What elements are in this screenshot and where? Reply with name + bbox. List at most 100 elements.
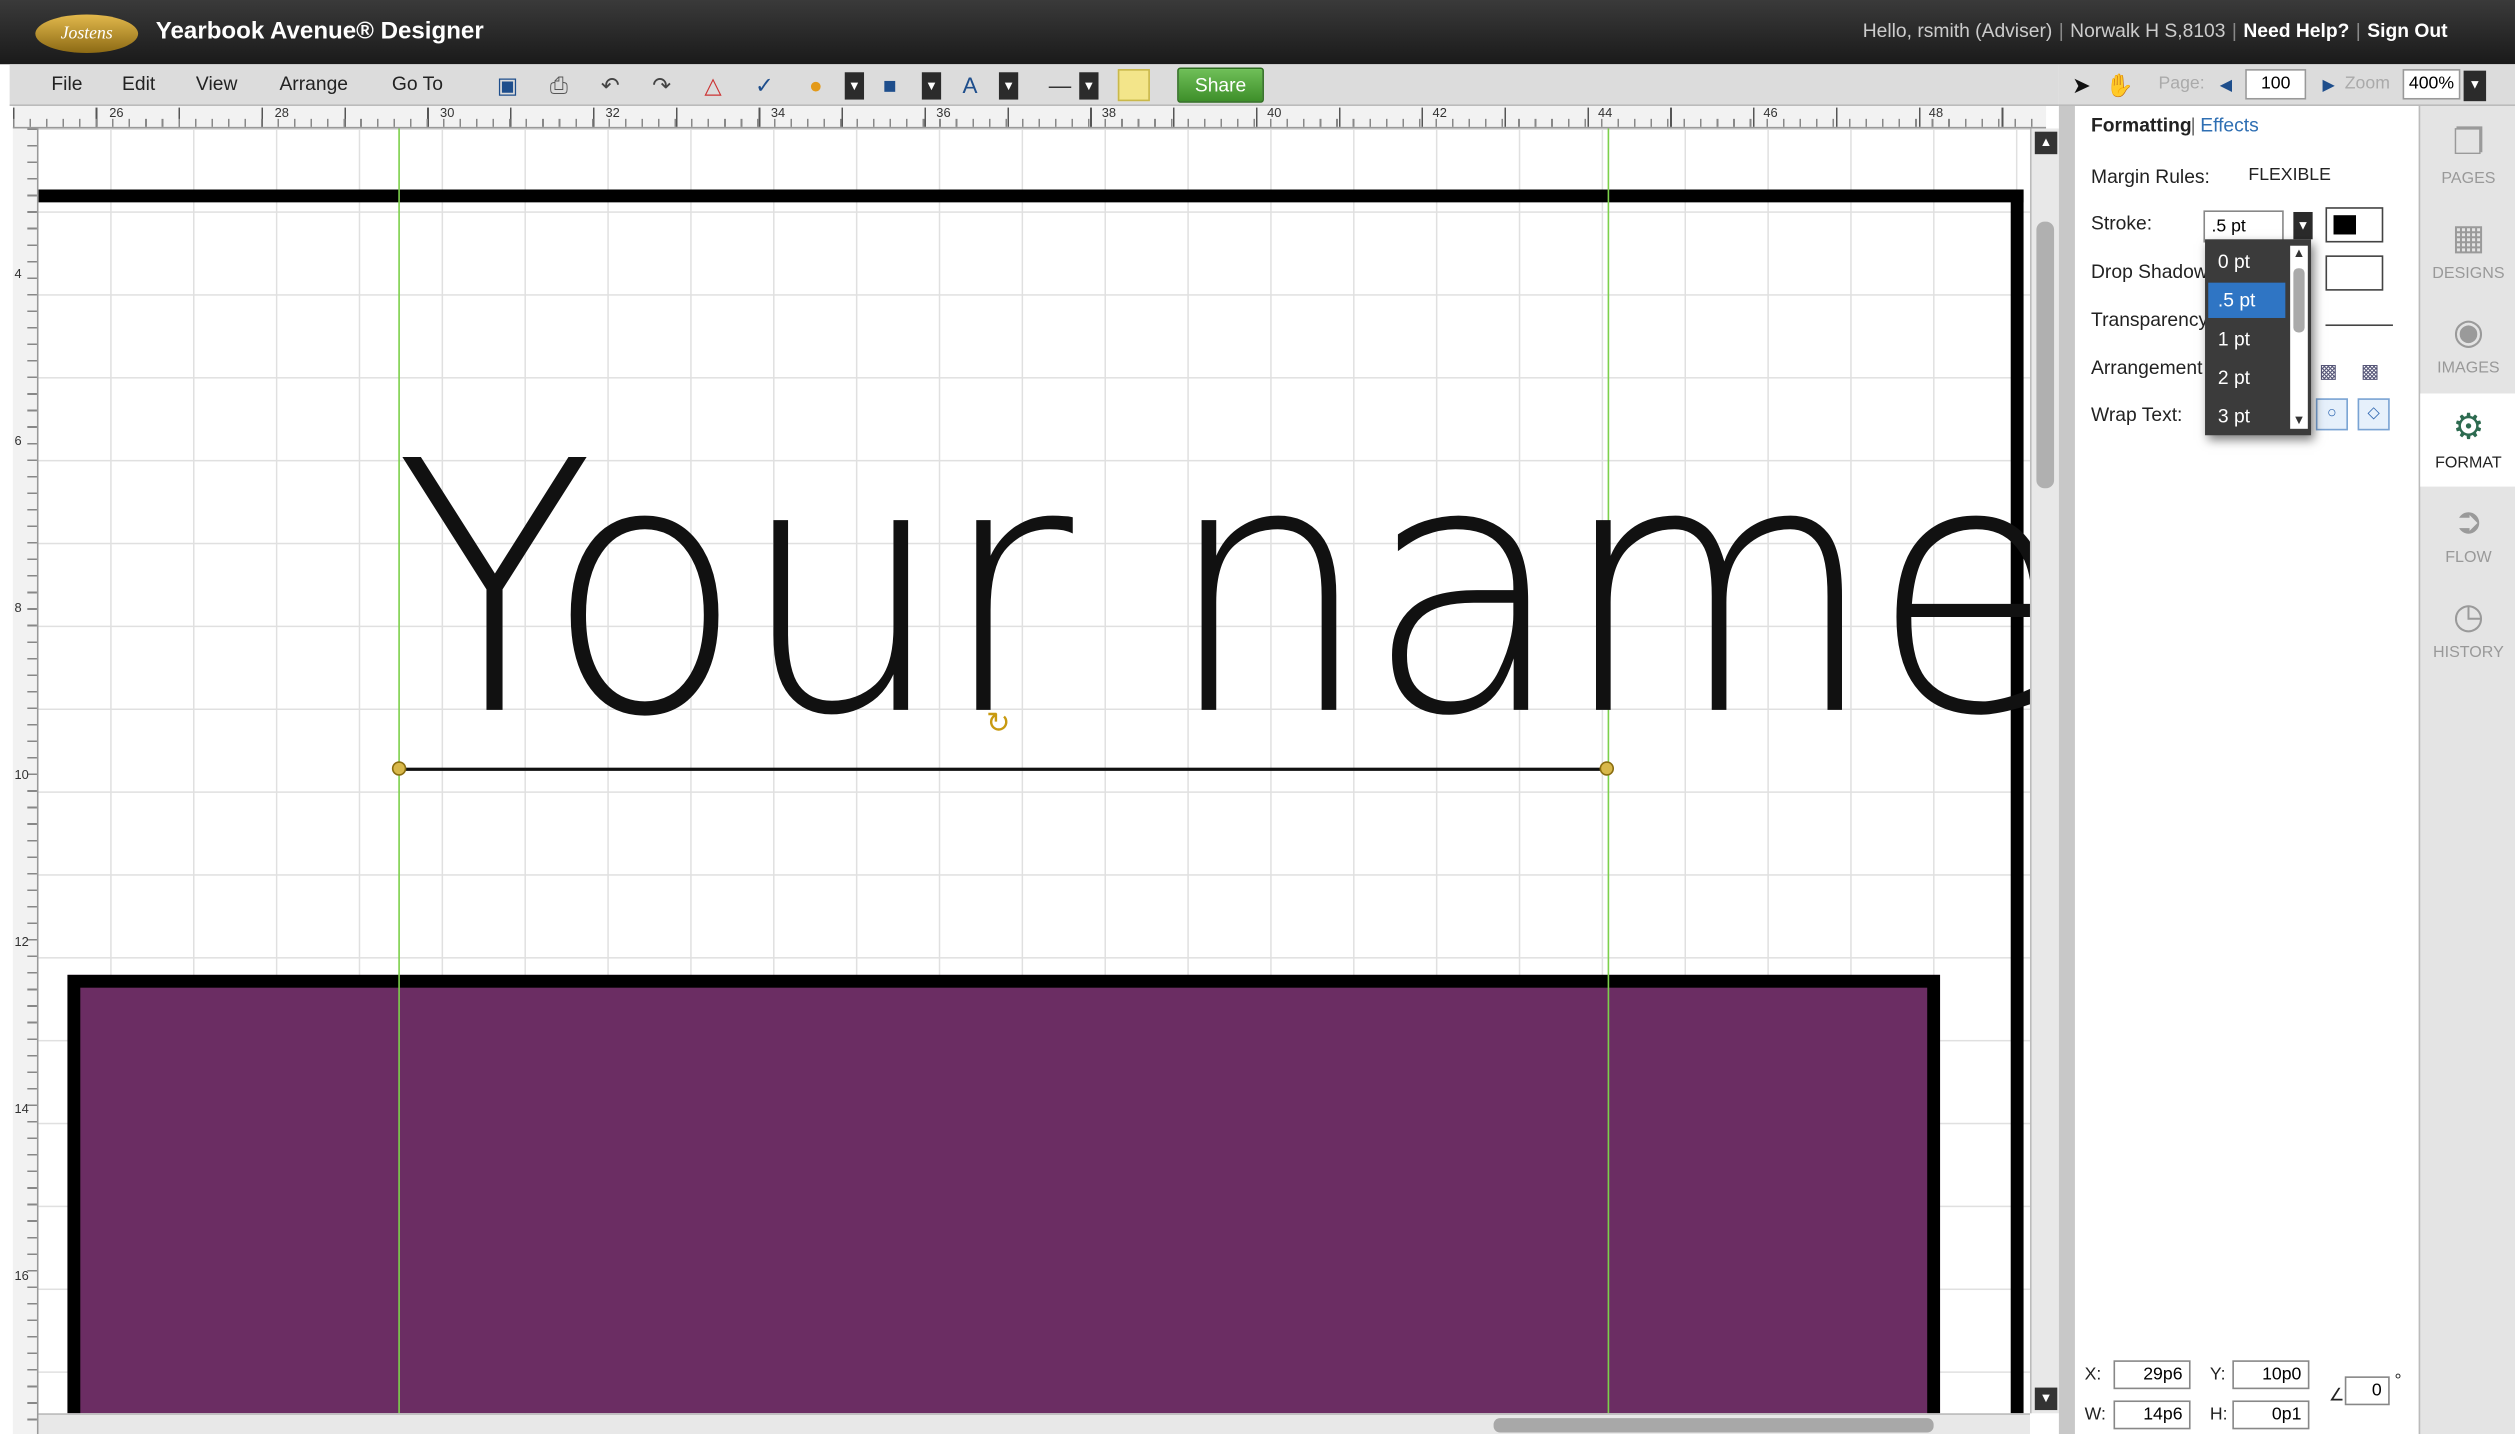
ruler-tick: 36 — [936, 105, 951, 121]
y-label: Y: — [2209, 1365, 2226, 1385]
scroll-up-icon[interactable]: ▲ — [2290, 246, 2308, 262]
wrap-text-label: Wrap Text: — [2091, 403, 2183, 426]
stroke-select[interactable]: .5 pt — [2203, 210, 2284, 243]
ruler-tick: 32 — [605, 105, 620, 121]
tab-formatting[interactable]: Formatting — [2091, 114, 2192, 136]
angle-input[interactable]: 0 — [2344, 1376, 2390, 1406]
flip-icon[interactable]: △ — [697, 69, 729, 101]
ruler-tick: 42 — [1432, 105, 1447, 121]
stroke-option[interactable]: 0 pt — [2208, 244, 2285, 279]
arrange-forward-icon[interactable]: ▩ — [2319, 360, 2337, 382]
help-link[interactable]: Need Help? — [2243, 19, 2349, 41]
transparency-slider[interactable] — [2325, 324, 2393, 327]
x-input[interactable]: 29p6 — [2113, 1360, 2191, 1390]
chevron-down-icon[interactable]: ▼ — [2463, 70, 2487, 102]
ruler-tick: 6 — [14, 433, 22, 449]
chevron-down-icon[interactable]: ▼ — [1079, 72, 1099, 100]
wrap-shape-icon[interactable]: ◇ — [2357, 398, 2390, 431]
scroll-down-icon[interactable]: ▼ — [2034, 1387, 2058, 1411]
sidebar-label: IMAGES — [2437, 359, 2500, 378]
menu-goto[interactable]: Go To — [392, 72, 443, 94]
fill-color-icon[interactable]: ■ — [874, 69, 906, 101]
scroll-up-icon[interactable]: ▲ — [2034, 131, 2058, 155]
horizontal-scroll-thumb[interactable] — [1493, 1418, 1934, 1433]
dropdown-scroll-thumb[interactable] — [2293, 268, 2305, 333]
dropdown-scrollbar[interactable]: ▲ ▼ — [2290, 245, 2308, 429]
sidebar-item-pages[interactable]: ❐ PAGES — [2420, 109, 2515, 202]
sidebar-item-designs[interactable]: ▦ DESIGNS — [2420, 204, 2515, 297]
name-text-box[interactable]: Your name — [395, 417, 2030, 765]
stroke-option[interactable]: 3 pt — [2208, 398, 2285, 433]
drop-shadow-label: Drop Shadow — [2091, 260, 2208, 283]
menu-view[interactable]: View — [196, 72, 237, 94]
arrange-back-icon[interactable]: ▩ — [2361, 360, 2379, 382]
stroke-option-selected[interactable]: .5 pt — [2208, 282, 2286, 318]
spellcheck-icon[interactable]: ✓ — [748, 69, 780, 101]
prev-page-icon[interactable]: ◀ — [2210, 69, 2242, 101]
flow-arrow-icon: ➲ — [2453, 501, 2484, 542]
ruler-tick: 38 — [1101, 105, 1117, 121]
shadow-color-swatch[interactable] — [2325, 255, 2384, 291]
print-icon[interactable]: ⎙ — [543, 69, 575, 101]
y-input[interactable]: 10p0 — [2232, 1360, 2310, 1390]
pointer-icon[interactable]: ➤ — [2065, 69, 2097, 101]
undo-icon[interactable]: ↶ — [594, 69, 626, 101]
scroll-down-icon[interactable]: ▼ — [2290, 413, 2308, 429]
clock-icon: ◷ — [2452, 595, 2484, 636]
chevron-down-icon[interactable]: ▼ — [2293, 211, 2313, 240]
zoom-select[interactable]: 400% — [2402, 69, 2461, 100]
hand-icon[interactable]: ✋ — [2104, 69, 2136, 101]
selected-line[interactable] — [398, 767, 1608, 771]
next-page-icon[interactable]: ▶ — [2313, 69, 2345, 101]
tab-effects[interactable]: Effects — [2200, 114, 2259, 136]
ruler-tick: 40 — [1267, 105, 1282, 121]
rotate-handle-icon[interactable]: ↻ — [986, 707, 1010, 741]
horizontal-scrollbar[interactable] — [38, 1413, 2030, 1434]
menu-arrange[interactable]: Arrange — [279, 72, 348, 94]
chevron-down-icon[interactable]: ▼ — [998, 72, 1019, 100]
page-number-input[interactable]: 100 — [2245, 69, 2307, 100]
jostens-logo: Jostens — [35, 14, 139, 53]
panel-splitter[interactable] — [2058, 105, 2075, 1434]
sidebar-item-history[interactable]: ◷ HISTORY — [2420, 583, 2515, 676]
ruler-tick: 26 — [109, 105, 124, 121]
ruler-tick: 16 — [14, 1268, 29, 1284]
chevron-down-icon[interactable]: ▼ — [844, 72, 865, 100]
degree-symbol: ° — [2394, 1371, 2402, 1391]
camera-icon: ◉ — [2452, 311, 2484, 352]
title-bar: Jostens Yearbook Avenue® Designer Hello,… — [0, 0, 2515, 65]
line-style-icon[interactable]: — — [1037, 69, 1082, 101]
stroke-option[interactable]: 1 pt — [2208, 321, 2285, 356]
line-end-handle[interactable] — [1599, 761, 1615, 776]
text-color-icon[interactable]: A — [954, 69, 986, 101]
zoom-label: Zoom — [2344, 73, 2390, 94]
sidebar-item-flow[interactable]: ➲ FLOW — [2420, 488, 2515, 581]
arrangement-label: Arrangement — [2091, 356, 2203, 380]
sticky-note-icon[interactable] — [1117, 69, 1150, 102]
vertical-scroll-thumb[interactable] — [2036, 221, 2055, 489]
line-start-handle[interactable] — [391, 761, 407, 776]
stroke-color-swatch[interactable] — [2325, 207, 2384, 243]
vertical-scrollbar[interactable]: ▲ ▼ — [2029, 128, 2059, 1414]
stroke-option[interactable]: 2 pt — [2208, 360, 2285, 395]
menu-file[interactable]: File — [51, 72, 82, 94]
w-input[interactable]: 14p6 — [2113, 1400, 2191, 1430]
wrap-around-icon[interactable]: ○ — [2315, 398, 2348, 431]
lock-icon[interactable]: ● — [800, 69, 832, 101]
design-canvas[interactable]: Your name ↻ — [38, 128, 2030, 1414]
share-button[interactable]: Share — [1177, 67, 1264, 103]
purple-rectangle[interactable] — [67, 974, 1941, 1414]
save-icon[interactable]: ▣ — [491, 69, 523, 101]
ruler-tick: 46 — [1763, 105, 1778, 121]
sidebar-item-format[interactable]: ⚙ FORMAT — [2420, 393, 2515, 487]
ruler-tick: 14 — [14, 1101, 29, 1117]
ruler-tick: 30 — [440, 105, 455, 121]
chevron-down-icon[interactable]: ▼ — [921, 72, 942, 100]
stroke-dropdown[interactable]: 0 pt .5 pt 1 pt 2 pt 3 pt ▲ ▼ — [2205, 239, 2312, 436]
h-input[interactable]: 0p1 — [2232, 1400, 2310, 1430]
sign-out-link[interactable]: Sign Out — [2367, 19, 2447, 41]
sidebar-item-images[interactable]: ◉ IMAGES — [2420, 299, 2515, 392]
redo-icon[interactable]: ↷ — [646, 69, 678, 101]
user-greeting: Hello, rsmith (Adviser) — [1862, 19, 2053, 42]
menu-edit[interactable]: Edit — [122, 72, 155, 94]
